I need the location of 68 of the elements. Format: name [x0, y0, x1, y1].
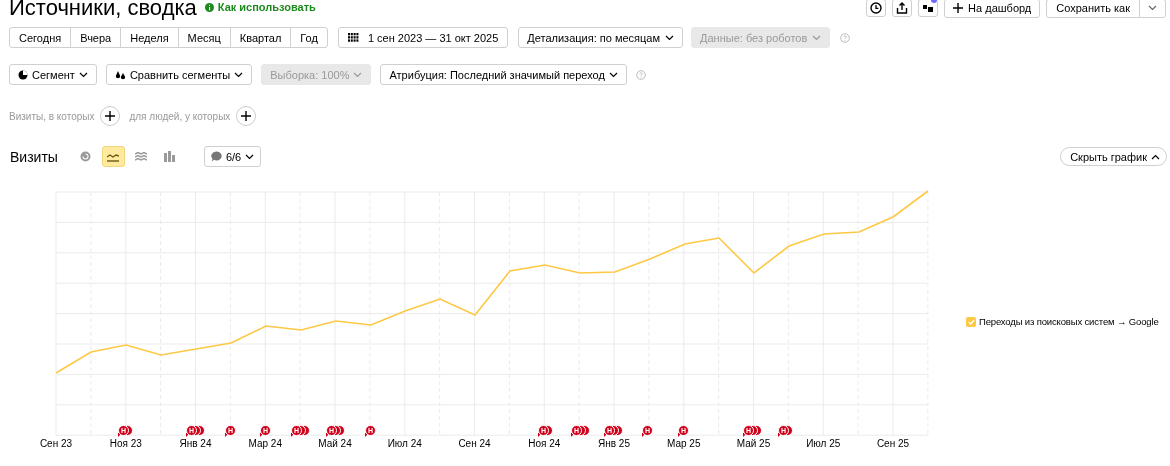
- plus-icon: [953, 3, 964, 13]
- axis-label: Ноя 23: [109, 438, 142, 449]
- chart-title: Визиты: [10, 148, 58, 165]
- axis-label: Янв 24: [179, 438, 212, 449]
- axis-label: Июл 24: [387, 438, 422, 449]
- legend-checkbox[interactable]: [966, 316, 976, 327]
- axis-label: Сен 25: [876, 438, 910, 449]
- help-link[interactable]: Как использовать: [204, 1, 316, 13]
- caret-icon: [1148, 5, 1157, 11]
- shapes-button[interactable]: [918, 0, 939, 17]
- help-icon: [635, 69, 646, 80]
- share-button[interactable]: [892, 0, 913, 17]
- axis-label: Ноя 24: [528, 438, 561, 449]
- caret-icon: [234, 71, 244, 78]
- plus-icon: [241, 111, 252, 121]
- date-range-button[interactable]: 1 сен 2023 — 31 окт 2025: [337, 27, 509, 48]
- caret-icon: [78, 71, 88, 78]
- axis-label: Июл 25: [806, 438, 841, 449]
- caret-icon: [812, 34, 822, 41]
- filter-label: Визиты, в которых: [9, 110, 95, 122]
- plus-icon: [105, 111, 116, 121]
- history-button[interactable]: [866, 0, 887, 17]
- period-tab[interactable]: Неделя: [120, 27, 179, 48]
- caret-icon: [665, 34, 675, 41]
- dropdown-button[interactable]: Сегмент: [9, 64, 97, 85]
- axis-label: Сен 24: [458, 438, 491, 449]
- speech-bubble-icon: [210, 151, 222, 162]
- shapes-icon: [922, 2, 935, 14]
- history-icon: [870, 2, 883, 14]
- period-tab[interactable]: Месяц: [177, 27, 231, 48]
- page-title: Источники, сводка: [9, 0, 197, 20]
- add-filter-button[interactable]: [100, 106, 121, 126]
- dropdown-button[interactable]: Детализация: по месяцам: [518, 27, 684, 48]
- add-filter-button[interactable]: [236, 106, 257, 126]
- caret-icon: [245, 153, 255, 160]
- hide-chart-button[interactable]: Скрыть график: [1060, 147, 1167, 166]
- notes-toggle-button[interactable]: 6/6: [203, 146, 262, 167]
- area-chart-icon: [135, 151, 148, 162]
- legend-label: Переходы из поисковых систем → Google: [979, 316, 1159, 327]
- axis-label: Янв 25: [598, 438, 630, 449]
- filter-label: для людей, у которых: [129, 110, 231, 122]
- period-tab[interactable]: Год: [290, 27, 328, 48]
- axis-label: Мар 25: [667, 438, 701, 449]
- period-tab[interactable]: Вчера: [70, 27, 122, 48]
- period-tab[interactable]: Квартал: [229, 27, 292, 48]
- dropdown-button[interactable]: Атрибуция: Последний значимый переход: [380, 64, 627, 85]
- dropdown-button[interactable]: Сравнить сегменты: [105, 64, 253, 85]
- axis-label: Май 25: [736, 438, 771, 449]
- check-icon: [967, 318, 975, 325]
- line-chart-icon: [107, 151, 120, 162]
- help-icon: [840, 32, 851, 43]
- axis-label: Сен 23: [39, 438, 73, 449]
- axis-label: Мар 24: [248, 438, 282, 449]
- caret-icon: [353, 71, 363, 78]
- pie-icon: [18, 69, 28, 80]
- save-button[interactable]: Сохранить как: [1046, 0, 1140, 18]
- caret-icon: [608, 71, 618, 78]
- chart-type-button[interactable]: [101, 146, 125, 167]
- pie-chart-icon: [79, 151, 91, 162]
- dashboard-button[interactable]: На дашборд: [944, 0, 1041, 18]
- info-icon: [204, 2, 214, 12]
- period-tab[interactable]: Сегодня: [9, 27, 72, 48]
- caret-icon: [1151, 153, 1160, 160]
- calendar-icon: [347, 33, 359, 42]
- axis-label: Май 24: [318, 438, 352, 449]
- bar-chart-icon: [163, 151, 175, 162]
- drops-icon: [114, 69, 126, 80]
- share-icon: [896, 2, 909, 14]
